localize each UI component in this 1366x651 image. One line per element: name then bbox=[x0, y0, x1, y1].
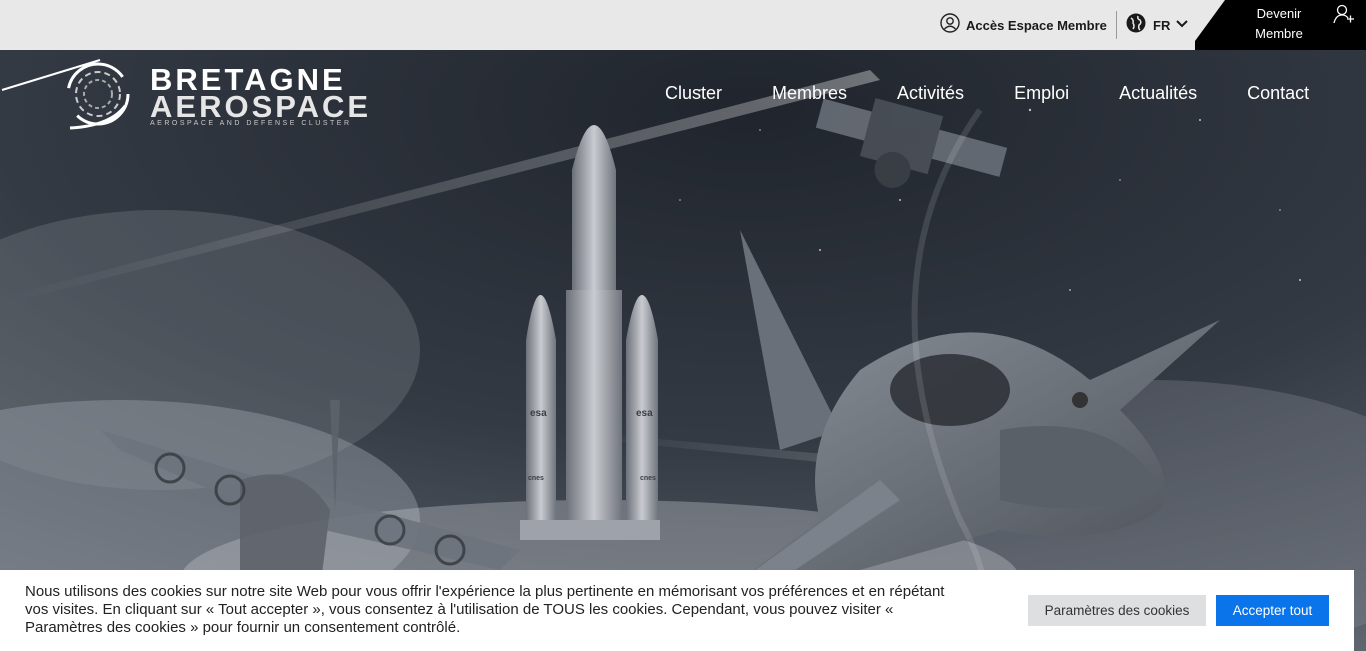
member-access-link[interactable]: Accès Espace Membre bbox=[940, 12, 1107, 38]
nav-item-emploi[interactable]: Emploi bbox=[989, 82, 1094, 104]
topbar-divider bbox=[1116, 11, 1117, 39]
main-navigation: Cluster Membres Activités Emploi Actuali… bbox=[640, 82, 1334, 104]
nav-item-membres[interactable]: Membres bbox=[747, 82, 872, 104]
cookie-message: Nous utilisons des cookies sur notre sit… bbox=[25, 583, 945, 636]
rocket-marking: esa bbox=[636, 408, 653, 419]
language-label: FR bbox=[1153, 17, 1171, 33]
user-circle-icon bbox=[940, 12, 960, 38]
language-selector[interactable]: FR bbox=[1125, 12, 1189, 39]
globe-icon bbox=[1125, 12, 1147, 39]
become-member-button[interactable]: Devenir Membre bbox=[1195, 0, 1366, 50]
accept-all-button[interactable]: Accepter tout bbox=[1216, 595, 1329, 626]
logo-emblem-icon bbox=[1, 59, 130, 130]
nav-item-contact[interactable]: Contact bbox=[1222, 82, 1334, 104]
rocket-marking: cnes bbox=[640, 475, 656, 482]
top-bar: Accès Espace Membre FR Devenir Membre bbox=[0, 0, 1366, 50]
become-member-label: Devenir Membre bbox=[1255, 6, 1303, 41]
nav-item-actualites[interactable]: Actualités bbox=[1094, 82, 1222, 104]
nav-item-activites[interactable]: Activités bbox=[872, 82, 989, 104]
hero-banner: esa esa cnes cnes bbox=[0, 50, 1366, 651]
cookie-banner: Nous utilisons des cookies sur notre sit… bbox=[0, 570, 1354, 651]
chevron-down-icon bbox=[1176, 16, 1189, 34]
rocket-marking: esa bbox=[530, 408, 547, 419]
cookie-settings-button[interactable]: Paramètres des cookies bbox=[1028, 595, 1206, 626]
logo-line-2: AEROSPACE bbox=[150, 89, 372, 124]
rocket-marking: cnes bbox=[528, 475, 544, 482]
nav-item-cluster[interactable]: Cluster bbox=[640, 82, 747, 104]
member-access-label: Accès Espace Membre bbox=[966, 17, 1107, 33]
site-logo[interactable]: BRETAGNE AEROSPACE AEROSPACE AND DEFENSE… bbox=[0, 56, 400, 132]
logo-tagline: AEROSPACE AND DEFENSE CLUSTER bbox=[150, 120, 352, 127]
hero-image: esa esa cnes cnes bbox=[0, 50, 1366, 651]
add-user-icon bbox=[1333, 3, 1355, 30]
